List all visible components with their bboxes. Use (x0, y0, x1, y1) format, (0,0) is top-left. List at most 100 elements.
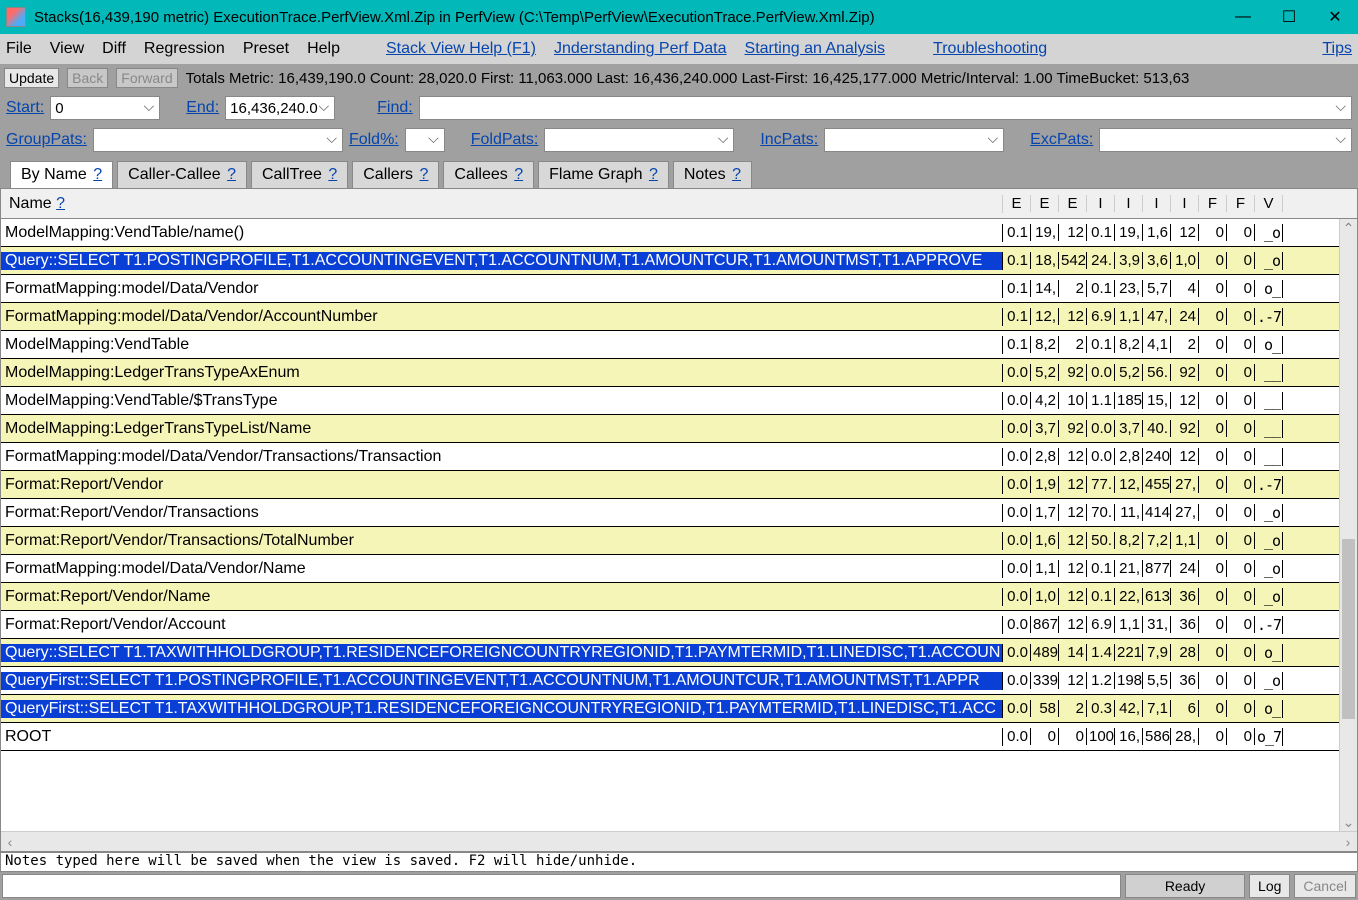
row-cell[interactable]: 2,8 (1115, 448, 1143, 465)
start-label[interactable]: Start: (6, 99, 44, 117)
col-header-7[interactable]: F (1199, 195, 1227, 212)
row-name-cell[interactable]: ModelMapping:LedgerTransTypeList/Name (1, 420, 1003, 438)
find-label[interactable]: Find: (377, 99, 413, 117)
end-label[interactable]: End: (186, 99, 219, 117)
row-cell[interactable]: 6 (1171, 700, 1199, 717)
row-cell[interactable]: 1.4 (1087, 644, 1115, 661)
row-cell[interactable]: 0.1 (1003, 336, 1031, 353)
row-cell[interactable]: _o (1255, 588, 1283, 606)
row-cell[interactable]: 0.1 (1087, 336, 1115, 353)
row-cell[interactable]: 0 (1227, 728, 1255, 745)
row-cell[interactable]: 92 (1059, 420, 1087, 437)
row-cell[interactable]: 1.1 (1087, 392, 1115, 409)
row-cell[interactable]: 0.3 (1087, 700, 1115, 717)
row-cell[interactable]: 4,1 (1143, 336, 1171, 353)
row-cell[interactable]: 0 (1199, 308, 1227, 325)
row-cell[interactable]: 221 (1115, 644, 1143, 661)
start-input[interactable] (50, 96, 160, 120)
row-cell[interactable]: 0 (1227, 532, 1255, 549)
row-cell[interactable]: 0.0 (1003, 392, 1031, 409)
row-cell[interactable]: 0 (1227, 252, 1255, 269)
row-cell[interactable]: 1,6 (1031, 532, 1059, 549)
menu-file[interactable]: File (6, 40, 32, 58)
row-cell[interactable]: _o (1255, 672, 1283, 690)
row-cell[interactable]: 1,9 (1031, 476, 1059, 493)
row-cell[interactable]: 27, (1171, 504, 1199, 521)
row-cell[interactable]: 8,2 (1031, 336, 1059, 353)
row-name-cell[interactable]: Format:Report/Vendor (1, 476, 1003, 494)
row-cell[interactable]: 2,8 (1031, 448, 1059, 465)
row-cell[interactable]: _o (1255, 224, 1283, 242)
row-cell[interactable]: 4 (1171, 280, 1199, 297)
row-cell[interactable]: 23, (1115, 280, 1143, 297)
row-cell[interactable]: 0.1 (1003, 252, 1031, 269)
row-cell[interactable]: 0 (1059, 728, 1087, 745)
row-name-cell[interactable]: QueryFirst::SELECT T1.POSTINGPROFILE,T1.… (1, 672, 1003, 690)
link-starting-analysis[interactable]: Starting an Analysis (745, 40, 886, 58)
row-cell[interactable]: 56. (1143, 364, 1171, 381)
tab-calltree[interactable]: CallTree ? (251, 161, 348, 188)
row-cell[interactable]: 28, (1171, 728, 1199, 745)
table-row[interactable]: ModelMapping:LedgerTransTypeAxEnum0.05,2… (1, 359, 1357, 387)
row-cell[interactable]: 0 (1199, 728, 1227, 745)
row-cell[interactable]: 0 (1227, 476, 1255, 493)
row-cell[interactable]: 0 (1227, 224, 1255, 241)
row-name-cell[interactable]: Format:Report/Vendor/Transactions/TotalN… (1, 532, 1003, 550)
tab-caller-callee[interactable]: Caller-Callee ? (117, 161, 247, 188)
grouppats-input[interactable] (93, 128, 343, 152)
row-cell[interactable]: 0 (1031, 728, 1059, 745)
scroll-up-icon[interactable]: ⌃ (1340, 219, 1357, 237)
tab-callees[interactable]: Callees ? (443, 161, 534, 188)
row-cell[interactable]: 1,0 (1031, 588, 1059, 605)
row-cell[interactable]: __ (1255, 364, 1283, 382)
row-name-cell[interactable]: ModelMapping:VendTable/name() (1, 224, 1003, 242)
row-cell[interactable]: 0 (1227, 616, 1255, 633)
row-cell[interactable]: 6.9 (1087, 308, 1115, 325)
row-cell[interactable]: 3,7 (1031, 420, 1059, 437)
row-cell[interactable]: 1,1 (1171, 532, 1199, 549)
row-cell[interactable]: 6.9 (1087, 616, 1115, 633)
close-button[interactable]: ✕ (1312, 0, 1358, 34)
end-input[interactable] (225, 96, 335, 120)
row-cell[interactable]: 12 (1059, 308, 1087, 325)
row-cell[interactable]: 0.1 (1087, 588, 1115, 605)
row-cell[interactable]: 877 (1143, 560, 1171, 577)
row-cell[interactable]: 1,6 (1143, 224, 1171, 241)
row-cell[interactable]: 1,0 (1171, 252, 1199, 269)
link-tips[interactable]: Tips (1322, 40, 1352, 58)
row-cell[interactable]: 24. (1087, 252, 1115, 269)
scroll-right-icon[interactable]: › (1339, 834, 1357, 850)
row-name-cell[interactable]: Format:Report/Vendor/Account (1, 616, 1003, 634)
menu-preset[interactable]: Preset (243, 40, 289, 58)
row-cell[interactable]: 18, (1031, 252, 1059, 269)
tab-flame-graph[interactable]: Flame Graph ? (538, 161, 669, 188)
row-cell[interactable]: 0 (1227, 364, 1255, 381)
row-cell[interactable]: _o (1255, 504, 1283, 522)
table-row[interactable]: ModelMapping:VendTable/$TransType0.04,21… (1, 387, 1357, 415)
row-name-cell[interactable]: ModelMapping:VendTable (1, 336, 1003, 354)
row-cell[interactable]: 0.0 (1003, 700, 1031, 717)
row-cell[interactable]: 0.1 (1087, 560, 1115, 577)
horizontal-scrollbar[interactable]: ‹ › (1, 831, 1357, 851)
row-cell[interactable]: o_ (1255, 700, 1283, 718)
row-cell[interactable]: __ (1255, 420, 1283, 438)
table-row[interactable]: Query::SELECT T1.POSTINGPROFILE,T1.ACCOU… (1, 247, 1357, 275)
row-cell[interactable]: 414 (1143, 504, 1171, 521)
scroll-down-icon[interactable]: ⌄ (1340, 813, 1357, 831)
maximize-button[interactable]: ☐ (1266, 0, 1312, 34)
row-cell[interactable]: 47, (1143, 308, 1171, 325)
row-name-cell[interactable]: ModelMapping:VendTable/$TransType (1, 392, 1003, 410)
row-cell[interactable]: 0.0 (1003, 448, 1031, 465)
row-name-cell[interactable]: Query::SELECT T1.TAXWITHHOLDGROUP,T1.RES… (1, 644, 1003, 662)
row-cell[interactable]: 0 (1227, 672, 1255, 689)
row-cell[interactable]: 0.1 (1003, 308, 1031, 325)
row-cell[interactable]: 0.1 (1003, 224, 1031, 241)
table-row[interactable]: ModelMapping:VendTable0.18,220.18,24,120… (1, 331, 1357, 359)
row-cell[interactable]: _o (1255, 252, 1283, 270)
tab-by-name[interactable]: By Name ? (10, 161, 113, 188)
row-cell[interactable]: 11, (1115, 504, 1143, 521)
row-cell[interactable]: 7,1 (1143, 700, 1171, 717)
row-cell[interactable]: 0 (1227, 644, 1255, 661)
row-cell[interactable]: 2 (1059, 280, 1087, 297)
row-cell[interactable]: 0 (1199, 532, 1227, 549)
